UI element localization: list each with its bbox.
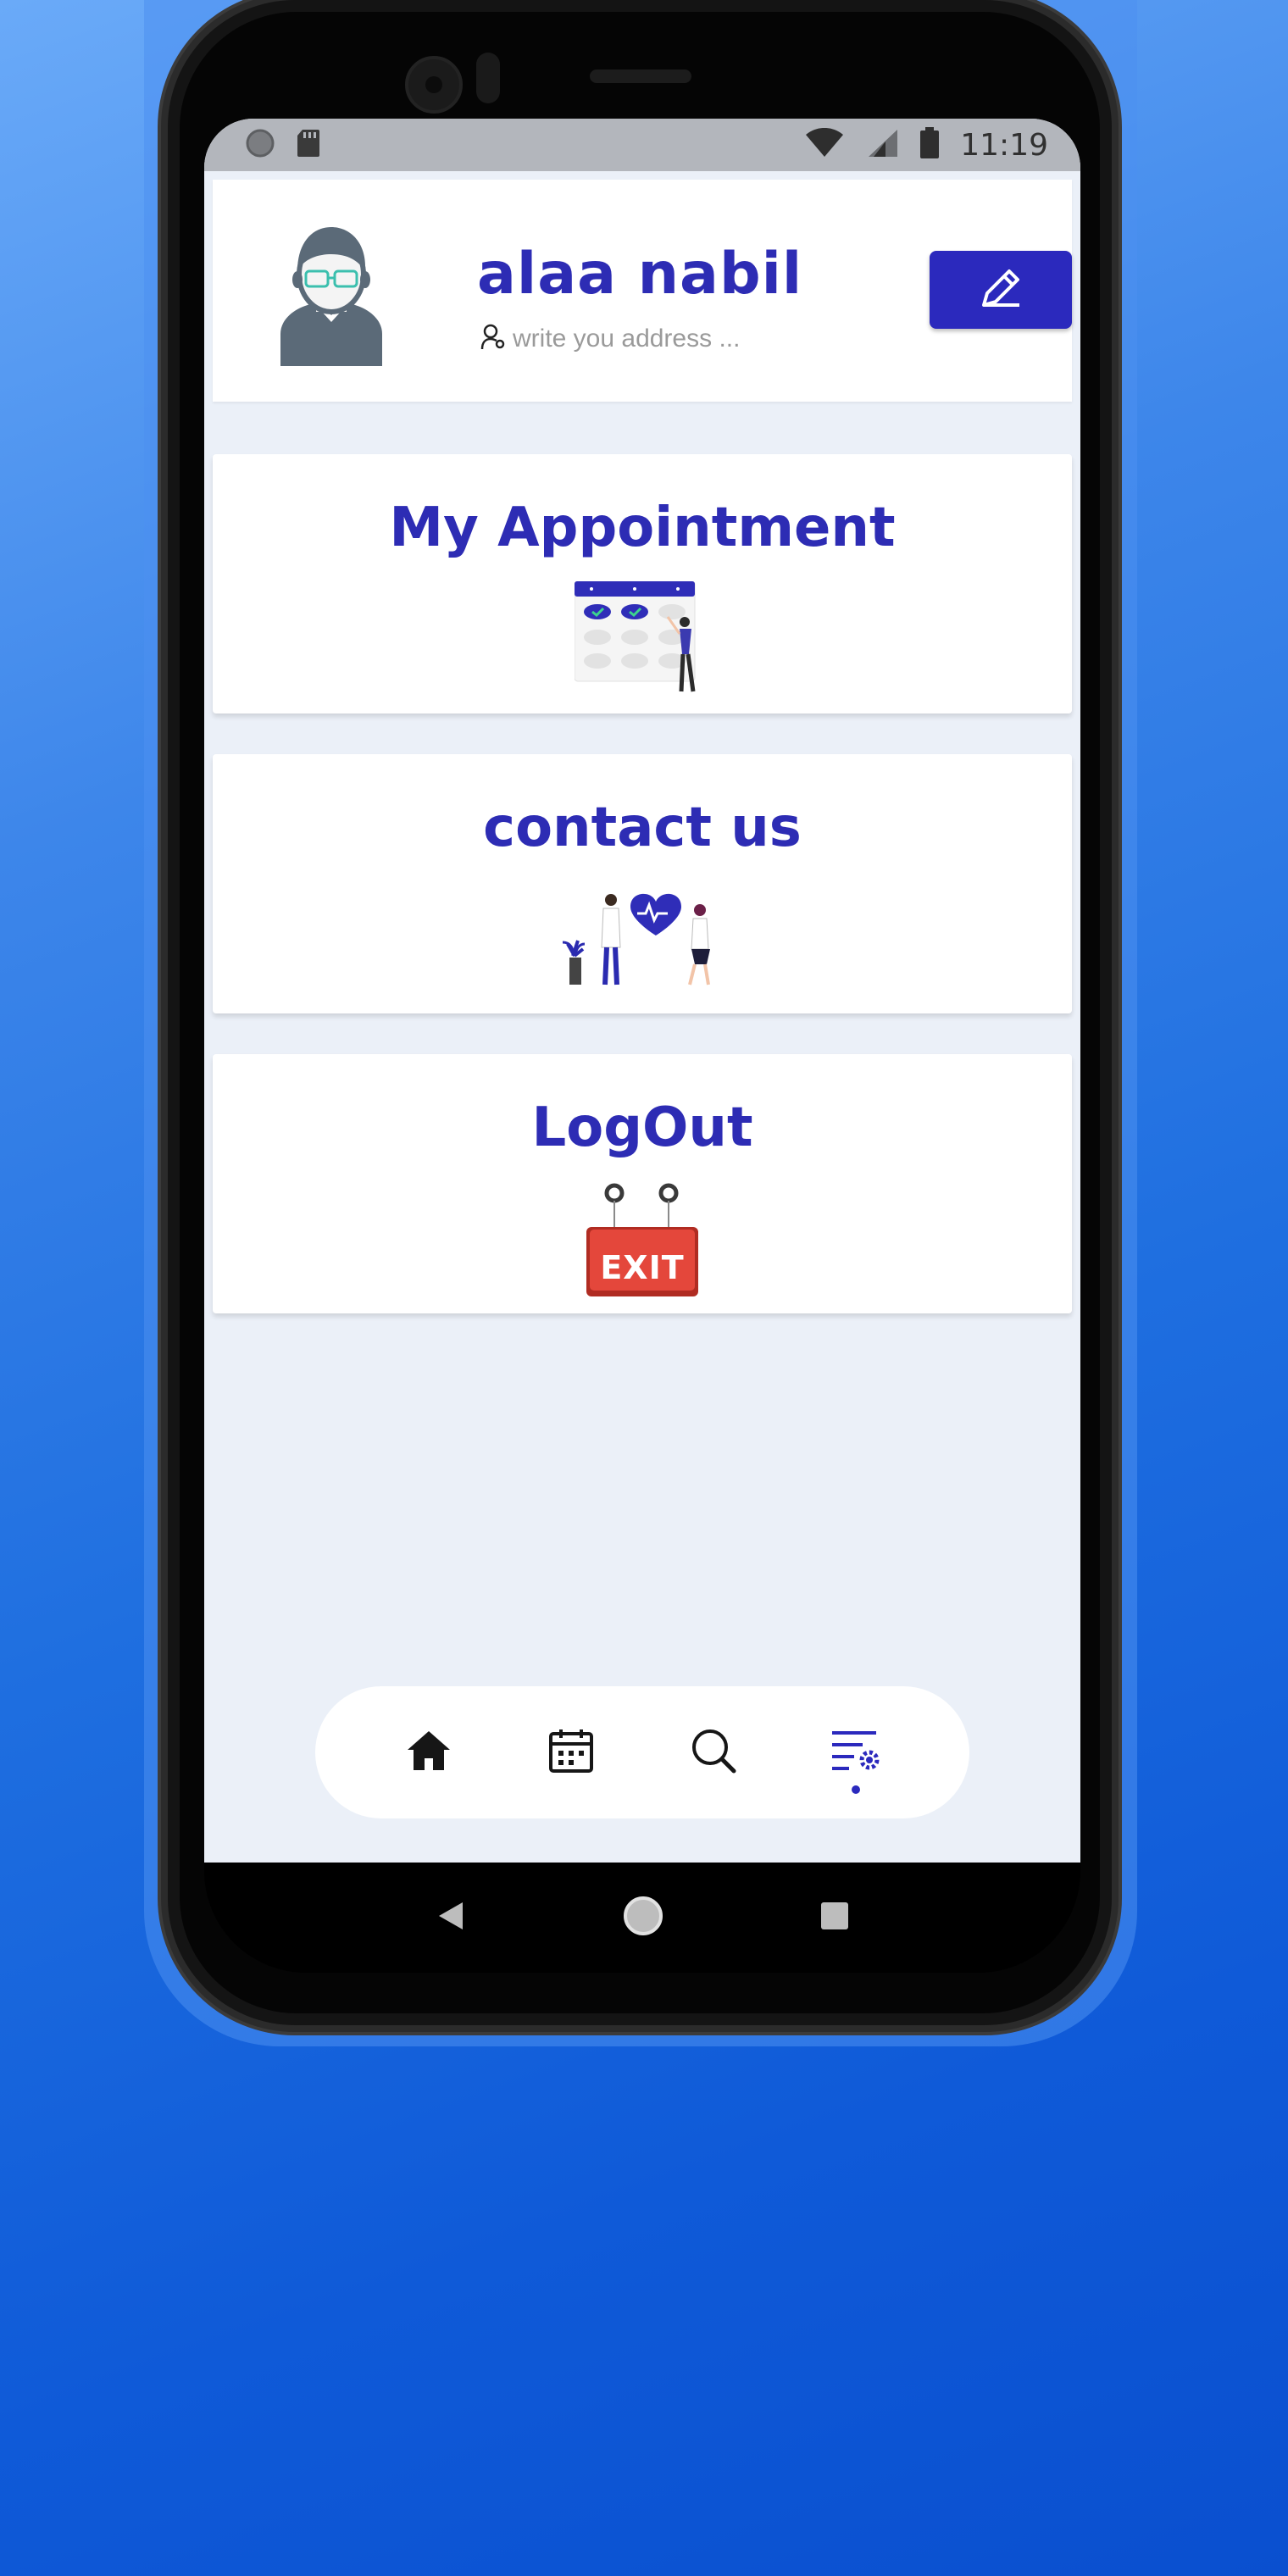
home-circle-icon[interactable] bbox=[621, 1894, 665, 1941]
recents-icon[interactable] bbox=[819, 1900, 851, 1935]
home-icon bbox=[406, 1729, 452, 1775]
record-icon bbox=[245, 128, 275, 162]
avatar[interactable] bbox=[272, 222, 391, 366]
volume-button bbox=[1112, 746, 1122, 996]
bottom-navigation bbox=[315, 1686, 969, 1818]
logout-card[interactable]: LogOut EXIT bbox=[213, 1054, 1072, 1313]
settings-list-icon bbox=[830, 1728, 881, 1777]
nav-calendar[interactable] bbox=[541, 1714, 601, 1790]
nav-settings[interactable] bbox=[826, 1714, 886, 1794]
signal-icon bbox=[865, 128, 899, 162]
search-icon bbox=[690, 1727, 737, 1778]
exit-sign-text: EXIT bbox=[600, 1249, 685, 1286]
proximity-sensor bbox=[476, 53, 500, 103]
status-time: 11:19 bbox=[960, 127, 1048, 163]
battery-icon bbox=[919, 127, 940, 163]
sd-card-icon bbox=[296, 128, 321, 162]
system-navigation-bar bbox=[204, 1863, 1080, 1973]
doctors-heart-illustration bbox=[558, 881, 727, 998]
earpiece-speaker bbox=[590, 69, 691, 83]
address-input[interactable]: write you address ... bbox=[513, 325, 740, 353]
nav-home[interactable] bbox=[399, 1714, 458, 1790]
nav-search[interactable] bbox=[684, 1714, 743, 1790]
address-row[interactable]: write you address ... bbox=[480, 324, 740, 354]
front-camera bbox=[405, 56, 463, 114]
app-screen: 11:19 alaa nabil write you address ... M… bbox=[204, 119, 1080, 1863]
back-icon[interactable] bbox=[434, 1899, 468, 1936]
calendar-icon bbox=[548, 1728, 594, 1777]
profile-card: alaa nabil write you address ... bbox=[213, 180, 1072, 402]
contact-us-label: contact us bbox=[483, 797, 802, 859]
contact-us-card[interactable]: contact us bbox=[213, 754, 1072, 1013]
calendar-appointment-illustration bbox=[574, 580, 710, 700]
active-nav-indicator bbox=[852, 1785, 860, 1794]
exit-sign-illustration: EXIT bbox=[585, 1183, 700, 1302]
pencil-icon bbox=[977, 264, 1024, 315]
user-location-icon bbox=[480, 324, 506, 354]
wifi-icon bbox=[804, 127, 845, 162]
logout-label: LogOut bbox=[531, 1096, 753, 1159]
profile-name: alaa nabil bbox=[477, 241, 803, 308]
my-appointment-card[interactable]: My Appointment bbox=[213, 454, 1072, 713]
power-button bbox=[1112, 491, 1122, 619]
edit-profile-button[interactable] bbox=[930, 251, 1072, 329]
my-appointment-label: My Appointment bbox=[389, 497, 896, 559]
status-bar: 11:19 bbox=[204, 119, 1080, 171]
